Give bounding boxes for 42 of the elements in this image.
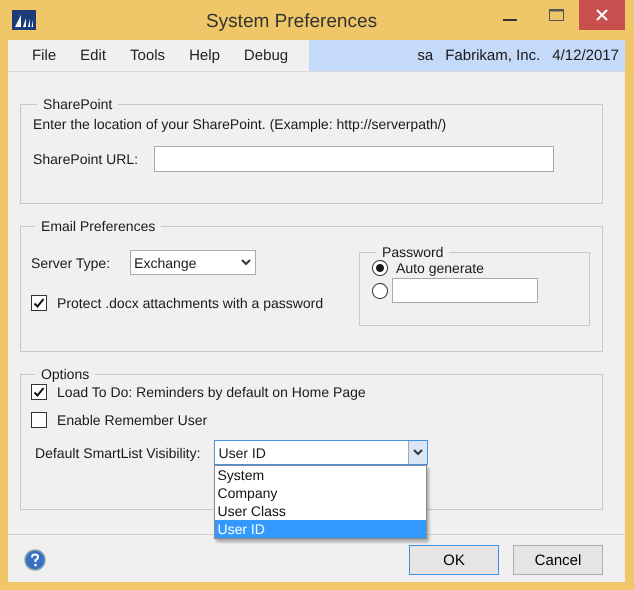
checkbox[interactable] [31,384,47,400]
menu-item[interactable]: Debug [232,47,300,64]
app-logo-icon [12,10,36,30]
minimize-icon [503,18,517,20]
dialog-button[interactable]: Cancel [513,545,603,575]
field-label: Server Type: [31,254,110,270]
checkbox[interactable] [31,295,47,311]
dialog-button[interactable]: OK [409,545,499,575]
caret-icon [240,259,251,266]
close-icon [596,9,608,21]
checkbox-label: Load To Do: Reminders by default on Home Page [57,384,366,400]
close-button[interactable] [579,0,625,30]
password-field[interactable] [392,278,538,303]
user-date: 4/12/2017 [552,47,619,64]
radio-button[interactable] [372,282,388,298]
server-type-dropdown[interactable]: Exchange [130,250,256,275]
group-title: Password [381,244,444,260]
list-option[interactable]: User Class [215,502,426,520]
caret-icon [413,449,424,456]
group-title: Email Preferences [40,218,156,234]
list-option[interactable]: Company [215,484,426,502]
menu-item[interactable]: File [20,47,68,64]
maximize-icon [548,9,564,21]
company-name: Fabrikam, Inc. [445,47,540,64]
menu-item[interactable]: Tools [118,47,178,64]
menu-item[interactable]: Edit [68,47,118,64]
description-text: Enter the location of your SharePoint. (Example: http://serverpath/) [33,116,446,132]
url-field[interactable] [154,146,554,172]
window-title: System Preferences [206,10,378,33]
menu-item[interactable]: Help [177,47,232,64]
list-option[interactable]: System [215,466,426,484]
help-icon[interactable] [24,549,46,571]
checkbox-label: Enable Remember User [57,412,208,428]
group-title: Options [40,366,90,382]
field-label: Default SmartList Visibility: [35,444,200,460]
group-title: SharePoint [42,96,114,112]
user-name: sa [417,47,434,64]
radio-label: Auto generate [396,260,484,276]
radio-button[interactable] [372,260,388,276]
checkbox-label: Protect .docx attachments with a password [57,295,324,311]
checkbox[interactable] [31,412,47,428]
field-label: SharePoint URL: [33,151,138,167]
